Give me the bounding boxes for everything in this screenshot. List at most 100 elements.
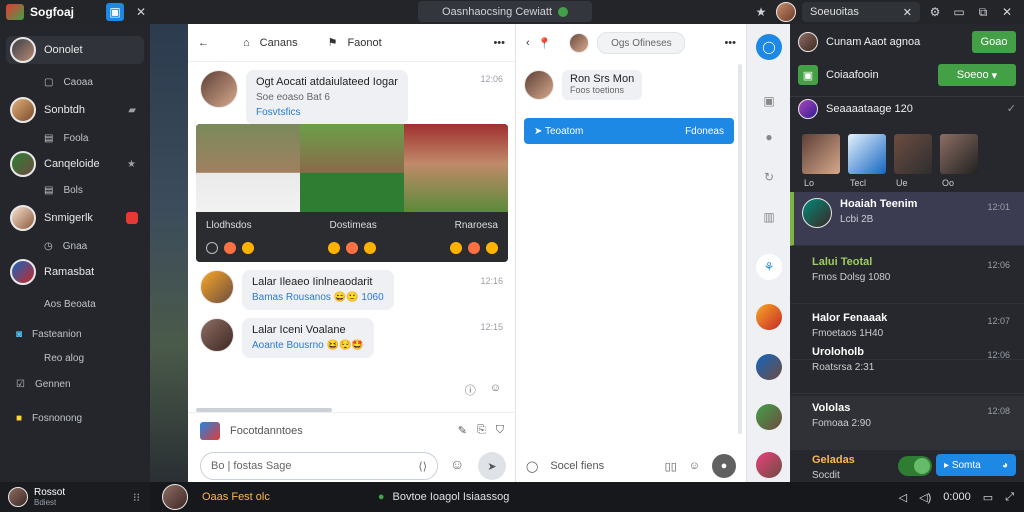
avatar[interactable]: [162, 484, 188, 510]
info-icon[interactable]: ⓘ: [465, 382, 476, 398]
emoji-button[interactable]: ☺: [450, 456, 464, 472]
screen-icon[interactable]: ▭: [983, 491, 993, 504]
toggle-switch[interactable]: [898, 456, 932, 476]
rail-avatar-4[interactable]: [756, 452, 782, 478]
app-badge-icon[interactable]: [200, 421, 220, 440]
message-title: Lalar Iceni Voalane: [252, 324, 346, 336]
reactions-left[interactable]: [206, 242, 254, 255]
box-rail-icon[interactable]: ▥: [756, 204, 782, 230]
pane2-search[interactable]: Ogs Ofineses: [597, 32, 686, 54]
sidebar-item-3[interactable]: Canqeloide ★: [6, 150, 144, 178]
sidebar-item-5[interactable]: Ramasbat: [6, 258, 144, 286]
profile-button[interactable]: ●: [712, 454, 736, 478]
pin-icon[interactable]: 📍: [538, 37, 552, 50]
contact-sub: Fomoaa 2:90: [812, 418, 871, 429]
rail-avatar-2[interactable]: [756, 354, 782, 380]
thumbnail[interactable]: Ue: [894, 134, 932, 188]
shield-icon[interactable]: ⛉: [496, 424, 504, 437]
back-icon[interactable]: ◁: [899, 491, 907, 504]
book-icon[interactable]: ▯▯: [665, 460, 677, 473]
pencil-icon[interactable]: ✎: [458, 424, 467, 437]
go-button[interactable]: Goao: [972, 31, 1016, 53]
contact-row[interactable]: Hoaiah Teenim Lcbi 2B 12:01: [790, 192, 1024, 246]
star-icon[interactable]: ★: [752, 3, 770, 21]
pane2-user[interactable]: Ron Srs Mon Foos toetions: [524, 70, 643, 100]
contact-row[interactable]: Vololas Fomoaa 2:90 12:08: [790, 396, 1024, 450]
sidebar-item-2[interactable]: Sonbtdh ▰: [6, 96, 144, 124]
group-title: Seaaaataage 120: [826, 102, 913, 115]
group-row[interactable]: Seaaaataage 120 ✓: [790, 96, 1024, 120]
avatar: [200, 70, 238, 108]
minimize-icon[interactable]: ▭: [950, 3, 968, 21]
sidebar-sub-9[interactable]: ■ Fosnonong: [16, 408, 82, 428]
back-arrow-icon[interactable]: ←: [198, 37, 209, 49]
emoji-reaction-icon[interactable]: ☺: [490, 382, 501, 398]
sync-rail-icon[interactable]: ↻: [756, 164, 782, 190]
close-tab-icon[interactable]: ✕: [132, 3, 150, 21]
pane2-bar-left: Teoatom: [544, 125, 584, 137]
sidebar-sub-8[interactable]: ☑ Gennen: [16, 374, 71, 394]
voice-icon[interactable]: ⟨⟩: [418, 460, 427, 473]
more-icon[interactable]: ⁝⁝: [133, 491, 140, 504]
select-button[interactable]: Soeoo ▾: [938, 64, 1016, 86]
maximize-icon[interactable]: ⧉: [974, 3, 992, 21]
thumbnail[interactable]: Oo: [940, 134, 978, 188]
reactions-right[interactable]: [450, 242, 498, 255]
person-rail-icon[interactable]: ●: [756, 124, 782, 150]
emoji-icon[interactable]: ☺: [689, 460, 700, 472]
pane2-highlight-bar[interactable]: ➤ Teoatom Fdoneas: [524, 118, 734, 144]
message-row[interactable]: Lalar Iceni Voalane Aoante Bousrno 😆😌🤩: [200, 318, 374, 358]
chevron-left-icon[interactable]: ‹: [526, 37, 530, 49]
flag-icon[interactable]: ⚑: [328, 36, 338, 49]
more-options-icon[interactable]: •••: [493, 37, 505, 49]
call-button[interactable]: ▸ Somta ◕: [936, 454, 1016, 476]
message-row[interactable]: Ogt Aocati atdaiulateed Iogar Soe eoaso …: [200, 70, 408, 125]
sidebar-item-4[interactable]: Snmigerlk: [6, 204, 144, 232]
volume-icon[interactable]: ◁): [919, 491, 931, 504]
app-icon[interactable]: ▣: [798, 65, 818, 85]
rail-avatar-1[interactable]: [756, 304, 782, 330]
thumbnail[interactable]: Lo: [802, 134, 840, 188]
thumbnail[interactable]: Tecl: [848, 134, 886, 188]
sidebar-sub-1[interactable]: ▢ Caoaa: [44, 72, 93, 92]
thumbnail-label: Tecl: [850, 178, 867, 188]
sidebar-sub-4[interactable]: ◷ Gnaa: [44, 236, 87, 256]
message-input[interactable]: Bo | fostas Sage ⟨⟩: [200, 452, 438, 480]
sidebar-sub-2[interactable]: ▤ Foola: [44, 128, 88, 148]
contacts-rail-icon[interactable]: ▣: [756, 88, 782, 114]
message-link[interactable]: Fosvtsfics: [256, 105, 398, 120]
vertical-scrollbar[interactable]: [738, 64, 742, 434]
settings-icon[interactable]: ⚙: [926, 3, 944, 21]
current-user[interactable]: Rossot Bdiest ⁝⁝: [0, 482, 150, 512]
sidebar-sub-label: Caoaa: [63, 76, 93, 88]
message-row[interactable]: Lalar Ileaeo Iinlneaodarit Bamas Rousano…: [200, 270, 394, 310]
user-avatar[interactable]: [776, 2, 796, 22]
app-rail-icon[interactable]: ⚘: [756, 254, 782, 280]
sidebar-sub-7[interactable]: Reo alog: [44, 348, 84, 368]
reactions-mid[interactable]: [328, 242, 376, 255]
window-close-icon[interactable]: ✕: [998, 3, 1016, 21]
sidebar-sub-label: Reo alog: [44, 352, 85, 364]
attach-icon[interactable]: ⎘: [477, 424, 486, 437]
sidebar-sub-5[interactable]: Aos Beoata: [44, 294, 96, 314]
user-pill[interactable]: Soeuoitas ✕: [802, 2, 920, 22]
home-icon[interactable]: ⌂: [243, 37, 250, 49]
more-options-icon[interactable]: •••: [724, 37, 736, 49]
sidebar-sub-3[interactable]: ▤ Bols: [44, 180, 83, 200]
sidebar-sub-label: Aos Beoata: [44, 298, 96, 310]
home-rail-icon[interactable]: ◯: [756, 34, 782, 60]
window-icon[interactable]: ▣: [106, 3, 124, 21]
contact-row[interactable]: Uroloholb Roatsrsa 2:31 12:06: [790, 340, 1024, 394]
pill-close-icon[interactable]: ✕: [903, 6, 912, 19]
expand-icon[interactable]: ⤢: [1005, 491, 1014, 504]
contact-row[interactable]: Lalui Teotal Fmos Dolsg 1080 12:06: [790, 250, 1024, 304]
sidebar-item-1[interactable]: Oonolet: [6, 36, 144, 64]
send-button[interactable]: ➤: [478, 452, 506, 480]
sidebar-item-label: Sonbtdh: [44, 104, 85, 116]
radio-icon[interactable]: ◯: [526, 460, 538, 473]
photo-card[interactable]: Llodhsdos Dostimeas Rnaroesa: [196, 124, 508, 262]
window-title[interactable]: Oasnhaocsing Cewiatt: [418, 1, 592, 22]
check-icon[interactable]: ✓: [1007, 102, 1016, 115]
sidebar-sub-6[interactable]: ◙ Fasteanion: [16, 324, 82, 344]
rail-avatar-3[interactable]: [756, 404, 782, 430]
